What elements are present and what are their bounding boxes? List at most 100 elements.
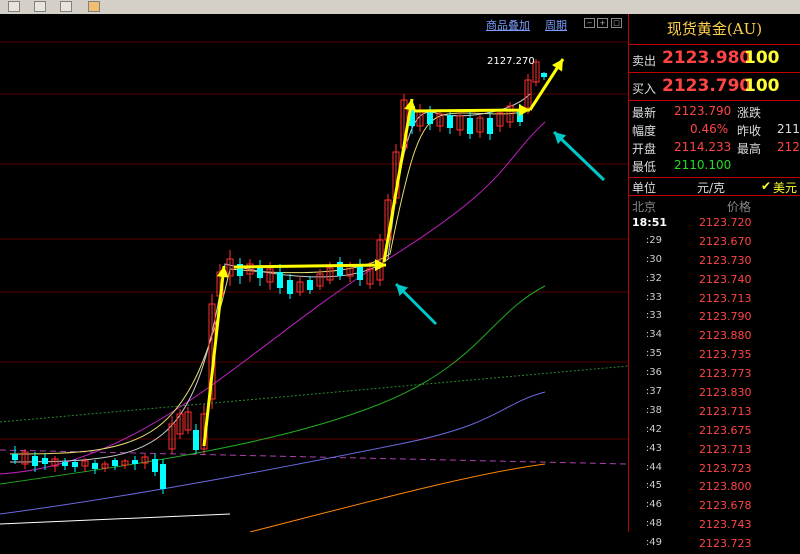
moving-average-line (0, 391, 546, 515)
unit-label: 单位 (632, 181, 657, 195)
stock-icon[interactable] (60, 1, 72, 12)
candle-body (287, 280, 293, 294)
tick-row: :44 2123.723 (629, 460, 800, 479)
tick-time: :44 (645, 461, 662, 473)
calendar-icon[interactable] (88, 1, 100, 12)
tick-price: 2123.730 (699, 253, 752, 267)
tick-price: 2123.880 (699, 329, 752, 343)
candle-body (12, 454, 18, 460)
buy-label: 买入 (632, 82, 657, 96)
change-label: 涨跌 (737, 106, 762, 120)
tick-price: 2123.773 (699, 367, 752, 381)
candle (476, 114, 484, 138)
candle-body (42, 458, 48, 464)
tick-time: :38 (645, 404, 662, 416)
cyan-arrow (552, 130, 606, 182)
candle (12, 446, 18, 464)
prev-close-value: 211 (777, 122, 800, 136)
arrow-shaft (202, 265, 226, 447)
tick-time: :33 (645, 291, 662, 303)
buy-row: 买入 2123.790 100 (629, 73, 800, 101)
sell-price: 2123.980 (662, 48, 752, 68)
amplitude-value: 0.46% (690, 122, 729, 136)
candle (456, 110, 464, 136)
tick-row: :42 2123.675 (629, 422, 800, 441)
amplitude-label: 幅度 (632, 124, 657, 138)
moving-average-line (249, 463, 546, 532)
tick-row: :29 2123.670 (629, 233, 800, 252)
tick-time: :34 (645, 329, 662, 341)
chart-icon[interactable] (8, 1, 20, 12)
candle-body (541, 73, 547, 77)
tick-time: :49 (645, 537, 662, 549)
candle (277, 264, 283, 294)
tick-row: :45 2123.800 (629, 478, 800, 497)
candle (121, 459, 129, 469)
tick-time: :32 (645, 272, 662, 284)
candle (237, 258, 243, 284)
currency-toggle[interactable]: 美元 (773, 179, 797, 196)
open-value: 2114.233 (674, 140, 732, 154)
candle (487, 112, 493, 140)
tick-time: :37 (645, 386, 662, 398)
tick-row: :49 2123.723 (629, 535, 800, 554)
tick-row: :43 2123.713 (629, 441, 800, 460)
checkmark-icon[interactable]: ✔ (761, 179, 771, 193)
candle (226, 250, 234, 286)
tick-price: 2123.675 (699, 423, 752, 437)
candle-body (487, 118, 493, 134)
candle-body (62, 462, 68, 466)
candle-body (277, 272, 283, 288)
candle (257, 260, 263, 286)
sell-row: 卖出 2123.980 100 (629, 45, 800, 73)
candle (21, 449, 29, 469)
candle-body (160, 464, 166, 489)
candle (541, 72, 547, 80)
tick-price: 2123.713 (699, 404, 752, 418)
candle (296, 276, 304, 296)
unit-value: 元/克 (697, 181, 726, 195)
candle (193, 424, 199, 454)
candle (287, 274, 293, 299)
tick-row: :36 2123.773 (629, 365, 800, 384)
candle (112, 458, 118, 470)
tick-time: :45 (645, 480, 662, 492)
candles (12, 59, 547, 494)
tick-row: :37 2123.830 (629, 384, 800, 403)
ticks-location: 北京 (632, 200, 657, 214)
candle (496, 109, 504, 132)
candle (506, 102, 514, 128)
cyan-arrow (394, 282, 438, 326)
candle (132, 456, 138, 470)
candle-body (427, 112, 433, 124)
quote-panel: 现货黄金(AU) 卖出 2123.980 100 买入 2123.790 100… (628, 14, 800, 550)
tick-price: 2123.670 (699, 234, 752, 248)
low-value: 2110.100 (674, 158, 732, 172)
tick-row: :38 2123.713 (629, 403, 800, 422)
ticks-list[interactable]: 18:51 2123.720:29 2123.670:30 2123.730:32 21… (629, 214, 800, 554)
candlestick-chart[interactable]: 2127.270 (0, 14, 628, 532)
tick-price: 2123.743 (699, 518, 752, 532)
candle (176, 409, 184, 439)
candle (101, 461, 109, 472)
high-label: 最高 (737, 142, 762, 156)
tick-price: 2123.735 (699, 348, 752, 362)
toolbar (0, 0, 800, 14)
candle-body (307, 280, 313, 290)
unit-row: 单位 元/克 ✔ 美元 (629, 178, 800, 196)
tick-time: :33 (645, 310, 662, 322)
image-icon[interactable] (34, 1, 46, 12)
arrow-shaft (413, 108, 531, 113)
tick-time: :42 (645, 423, 662, 435)
tick-price: 2123.800 (699, 480, 752, 494)
low-label: 最低 (632, 160, 657, 174)
arrow-shaft (233, 263, 387, 269)
tick-time: :29 (645, 234, 662, 246)
ticks-price-header: 价格 (727, 200, 752, 214)
tick-row: :33 2123.713 (629, 290, 800, 309)
yellow-arrow (202, 265, 229, 447)
tick-row: :32 2123.740 (629, 271, 800, 290)
ticks-header: 北京 价格 (629, 196, 800, 214)
tick-price: 2123.678 (699, 499, 752, 513)
candle-body (467, 118, 473, 134)
